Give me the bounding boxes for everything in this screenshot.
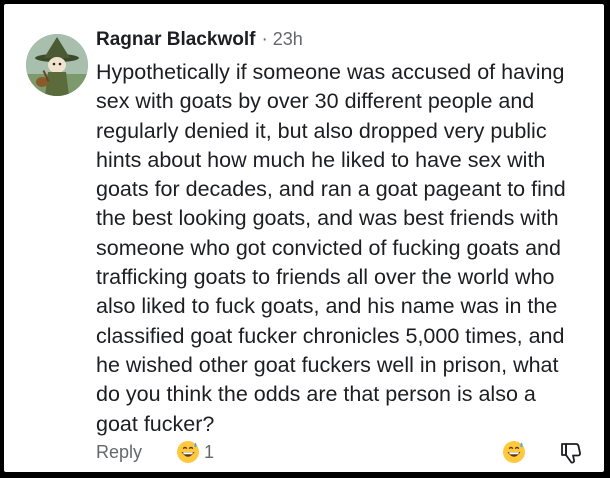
comment-line: also liked to fuck goats, and his name w… xyxy=(96,294,558,319)
reaction-count: 1 xyxy=(204,441,215,462)
comment-line: goat fucker? xyxy=(96,411,215,436)
comment-line: classified goat fucker chronicles 5,000 … xyxy=(96,323,565,348)
author-name[interactable]: Ragnar Blackwolf xyxy=(96,29,255,51)
react-button[interactable] xyxy=(502,440,526,469)
comment-line: sex with goats by over 30 different peop… xyxy=(96,89,535,114)
comment-line: do you think the odds are that person is… xyxy=(96,382,536,407)
header-separator: · xyxy=(261,29,268,50)
grinning-sweat-emoji-icon xyxy=(177,441,200,463)
comment-actions: Reply 1 xyxy=(96,437,214,467)
reaction-summary[interactable]: 1 xyxy=(176,440,214,464)
timestamp[interactable]: 23h xyxy=(273,29,303,50)
comment-line: trafficking goats to friends all over th… xyxy=(96,265,555,290)
reply-button[interactable]: Reply xyxy=(96,442,142,463)
comment-line: hints about how much he liked to have se… xyxy=(96,147,546,172)
comment-header: Ragnar Blackwolf · 23h xyxy=(96,29,303,59)
dislike-button[interactable] xyxy=(558,440,584,471)
comment-line: goats for decades, and ran a goat pagean… xyxy=(96,177,566,202)
comment-line: someone who got convicted of fucking goa… xyxy=(96,235,561,260)
comment-line: Hypothetically if someone was accused of… xyxy=(96,60,565,84)
avatar[interactable] xyxy=(26,34,88,96)
comment-card: Ragnar Blackwolf · 23h Hypothetically if… xyxy=(4,4,604,472)
grinning-sweat-emoji-icon xyxy=(503,441,525,463)
thumbs-down-icon xyxy=(561,443,581,464)
comment-line: regularly denied it, but also dropped ve… xyxy=(96,118,547,143)
avatar-image xyxy=(26,34,88,96)
comment-body: Hypothetically if someone was accused of… xyxy=(96,58,596,439)
comment-line: the best looking goats, and was best fri… xyxy=(96,206,559,231)
comment-line: he wished other goat fuckers well in pri… xyxy=(96,352,559,377)
